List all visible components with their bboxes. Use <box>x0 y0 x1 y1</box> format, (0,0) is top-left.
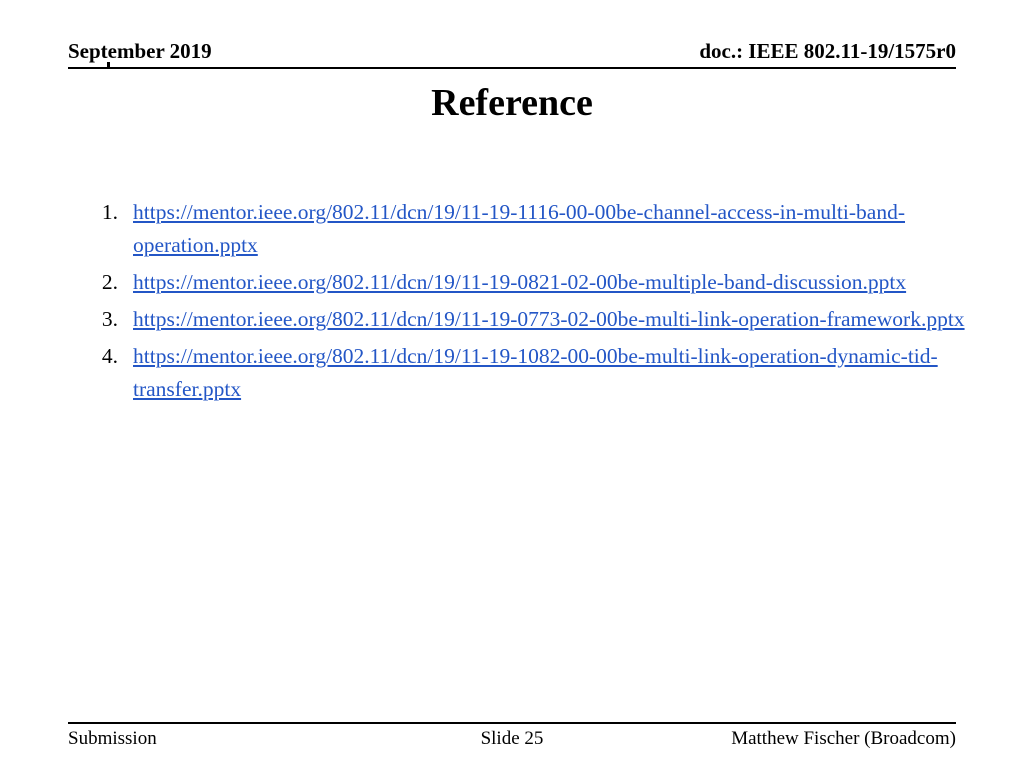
list-item-number: 3. <box>101 307 118 331</box>
list-item: 3. https://mentor.ieee.org/802.11/dcn/19… <box>92 303 972 336</box>
reference-link-1[interactable]: https://mentor.ieee.org/802.11/dcn/19/11… <box>133 200 905 257</box>
footer-slide-number: Slide 25 <box>480 728 544 749</box>
list-item: 4. https://mentor.ieee.org/802.11/dcn/19… <box>92 340 972 406</box>
reference-link-4[interactable]: https://mentor.ieee.org/802.11/dcn/19/11… <box>133 344 938 401</box>
presentation-slide: September 2019 doc.: IEEE 802.11-19/1575… <box>0 0 1024 768</box>
list-item: 2. https://mentor.ieee.org/802.11/dcn/19… <box>92 266 972 299</box>
header-document-number: doc.: IEEE 802.11-19/1575r0 <box>699 39 956 63</box>
list-item-number: 4. <box>101 344 118 368</box>
footer-author: Matthew Fischer (Broadcom) <box>731 728 956 749</box>
reference-list: 1. https://mentor.ieee.org/802.11/dcn/19… <box>92 196 972 410</box>
slide-header: September 2019 doc.: IEEE 802.11-19/1575… <box>68 39 956 68</box>
header-date: September 2019 <box>68 39 212 63</box>
footer-submission-label: Submission <box>68 728 157 749</box>
list-item: 1. https://mentor.ieee.org/802.11/dcn/19… <box>92 196 972 262</box>
reference-link-2[interactable]: https://mentor.ieee.org/802.11/dcn/19/11… <box>133 270 906 294</box>
reference-link-3[interactable]: https://mentor.ieee.org/802.11/dcn/19/11… <box>133 307 965 331</box>
list-item-number: 2. <box>101 270 118 294</box>
header-divider <box>68 67 956 69</box>
header-tab-stop-mark <box>107 62 110 68</box>
list-item-number: 1. <box>101 200 118 224</box>
page-title: Reference <box>431 82 593 124</box>
footer-divider <box>68 722 956 724</box>
slide-footer: Submission Slide 25 Matthew Fischer (Bro… <box>68 727 956 751</box>
